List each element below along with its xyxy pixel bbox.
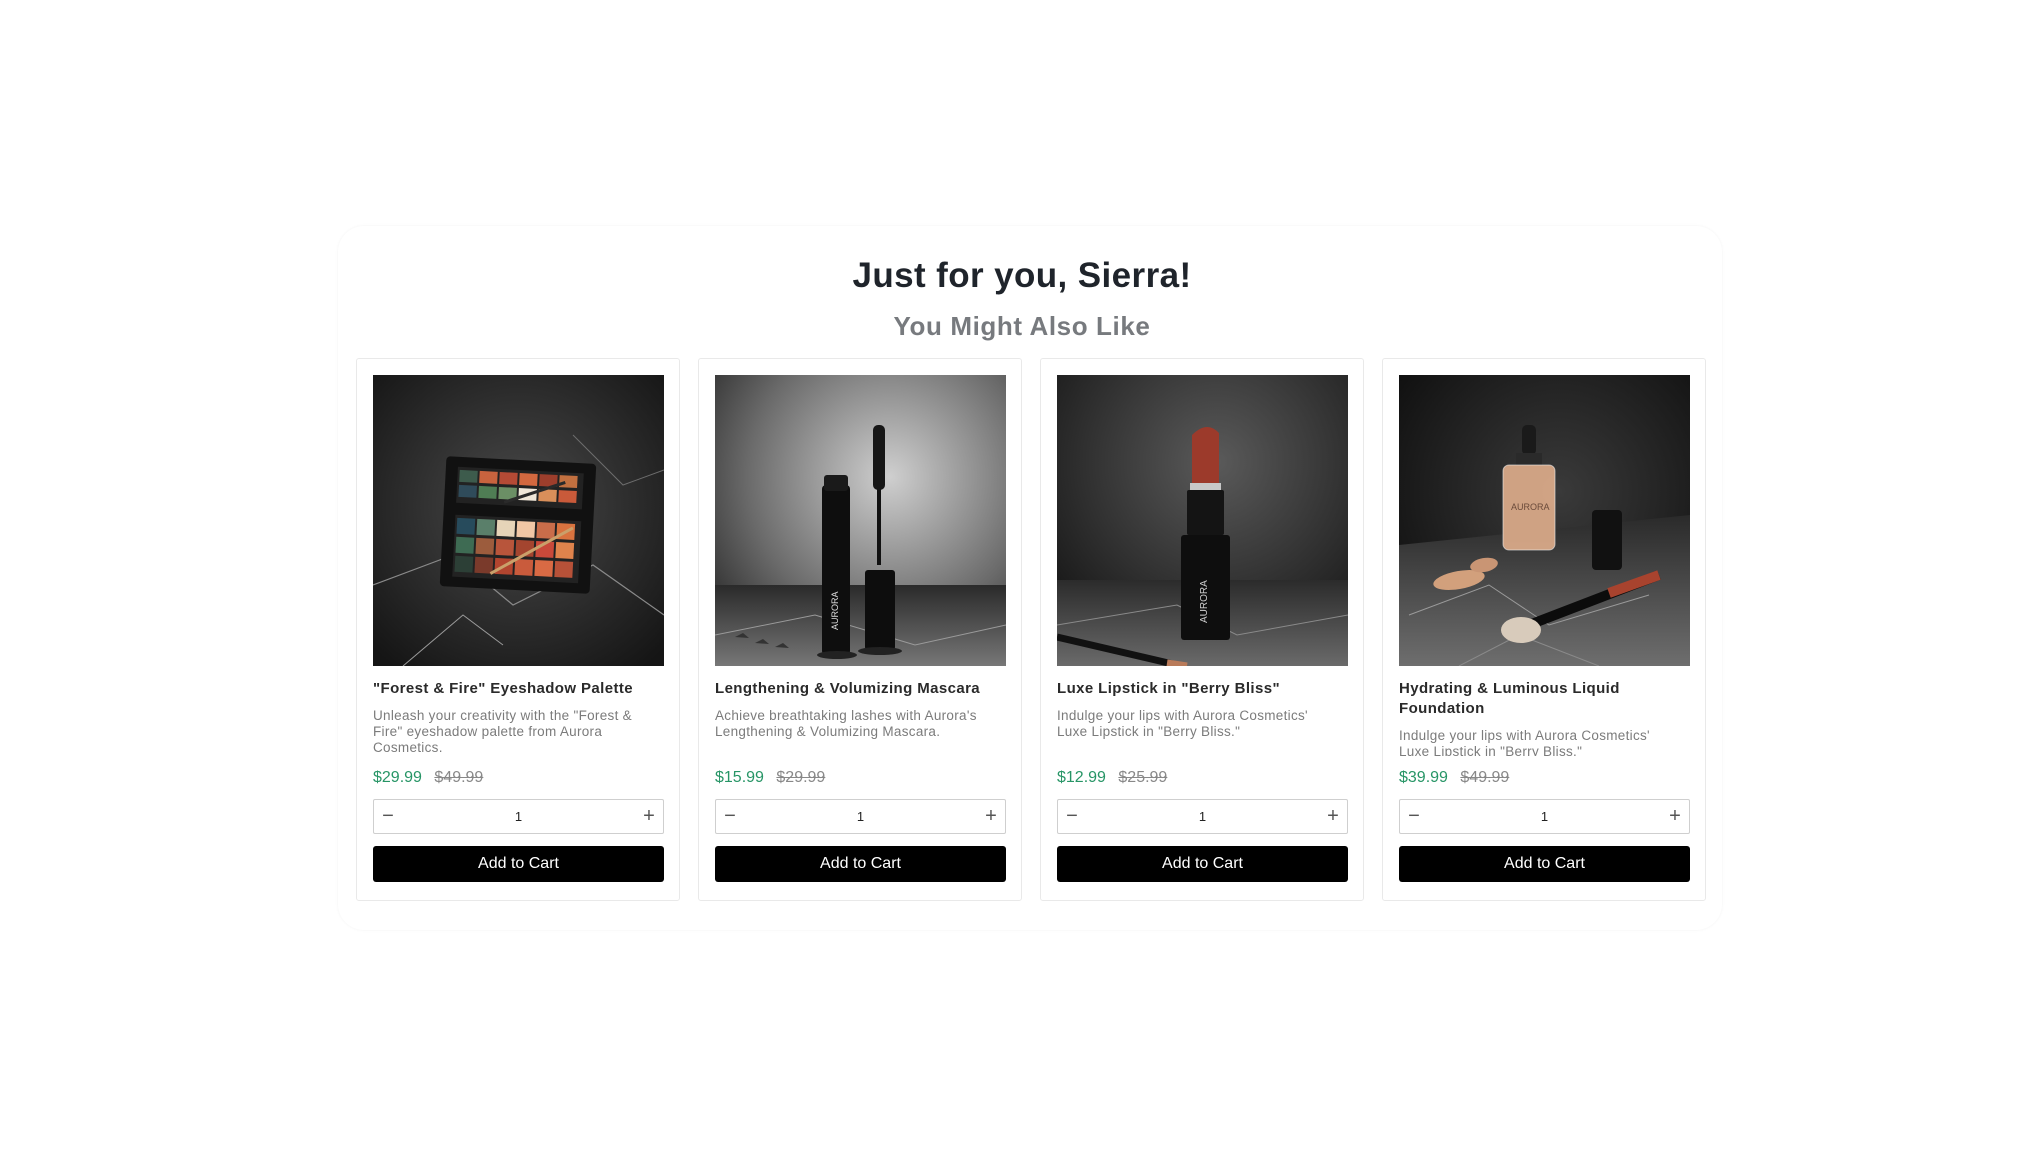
price-row: $29.99 $49.99 [373, 769, 483, 787]
quantity-value[interactable]: 1 [744, 809, 977, 824]
eyeshadow-palette-image[interactable] [373, 375, 664, 666]
quantity-stepper: − 1 + [373, 799, 664, 834]
section-subtitle: You Might Also Like [893, 311, 1151, 341]
sale-price: $39.99 [1399, 769, 1448, 786]
product-description: Indulge your lips with Aurora Cosmetics'… [1399, 728, 1650, 756]
svg-text:AURORA: AURORA [1199, 580, 1210, 623]
add-to-cart-button[interactable]: Add to Cart [1399, 846, 1690, 882]
price-row: $12.99 $25.99 [1057, 769, 1167, 787]
decrement-button[interactable]: − [374, 800, 402, 833]
decrement-button[interactable]: − [1058, 800, 1086, 833]
add-to-cart-button[interactable]: Add to Cart [373, 846, 664, 882]
increment-button[interactable]: + [1661, 800, 1689, 833]
product-name[interactable]: "Forest & Fire" Eyeshadow Palette [373, 679, 668, 699]
original-price: $49.99 [1460, 769, 1510, 786]
sale-price: $12.99 [1057, 769, 1106, 786]
product-description: Achieve breathtaking lashes with Aurora'… [715, 708, 977, 739]
quantity-stepper: − 1 + [1057, 799, 1348, 834]
page-title: Just for you, Sierra! [852, 256, 1192, 295]
product-name[interactable]: Hydrating & Luminous Liquid Foundation [1399, 679, 1694, 719]
quantity-stepper: − 1 + [715, 799, 1006, 834]
original-price: $29.99 [776, 769, 826, 786]
increment-button[interactable]: + [1319, 800, 1347, 833]
quantity-value[interactable]: 1 [1428, 809, 1661, 824]
price-row: $15.99 $29.99 [715, 769, 825, 787]
increment-button[interactable]: + [977, 800, 1005, 833]
svg-text:AURORA: AURORA [1511, 502, 1550, 512]
quantity-value[interactable]: 1 [1086, 809, 1319, 824]
sale-price: $29.99 [373, 769, 422, 786]
original-price: $25.99 [1118, 769, 1168, 786]
foundation-image[interactable]: AURORA [1399, 375, 1690, 666]
svg-text:AURORA: AURORA [830, 591, 840, 630]
original-price: $49.99 [434, 769, 484, 786]
add-to-cart-button[interactable]: Add to Cart [715, 846, 1006, 882]
product-name[interactable]: Luxe Lipstick in "Berry Bliss" [1057, 679, 1352, 699]
product-name[interactable]: Lengthening & Volumizing Mascara [715, 679, 1010, 699]
product-card: "Forest & Fire" Eyeshadow Palette Unleas… [356, 358, 680, 901]
mascara-image[interactable]: AURORA [715, 375, 1006, 666]
price-row: $39.99 $49.99 [1399, 769, 1509, 787]
product-card: AURORA Lengthening & Volumizing Mascara … [698, 358, 1022, 901]
decrement-button[interactable]: − [716, 800, 744, 833]
product-card: AURORA Luxe Lipstick in "Berry Bliss" In… [1040, 358, 1364, 901]
decrement-button[interactable]: − [1400, 800, 1428, 833]
lipstick-image[interactable]: AURORA [1057, 375, 1348, 666]
add-to-cart-button[interactable]: Add to Cart [1057, 846, 1348, 882]
product-description: Indulge your lips with Aurora Cosmetics'… [1057, 708, 1308, 739]
product-card: AURORA Hydrating & Luminous Liquid Found… [1382, 358, 1706, 901]
product-description: Unleash your creativity with the "Forest… [373, 708, 632, 755]
quantity-value[interactable]: 1 [402, 809, 635, 824]
quantity-stepper: − 1 + [1399, 799, 1690, 834]
sale-price: $15.99 [715, 769, 764, 786]
increment-button[interactable]: + [635, 800, 663, 833]
